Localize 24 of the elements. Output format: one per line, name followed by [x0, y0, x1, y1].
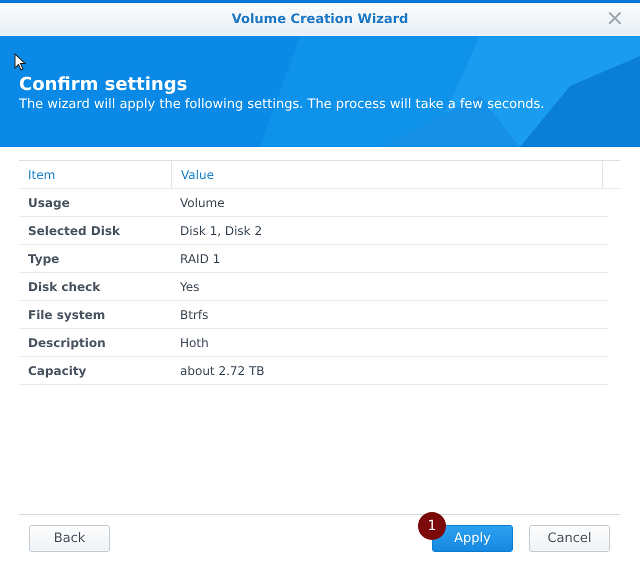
secondary-button[interactable]: Cancel	[529, 525, 610, 552]
setting-value: Btrfs	[180, 308, 208, 322]
column-header[interactable]: Item	[28, 166, 56, 184]
setting-name: Usage	[28, 196, 70, 210]
setting-value: Volume	[180, 196, 225, 210]
setting-value: Yes	[180, 280, 200, 294]
mouse-cursor-icon	[14, 53, 26, 71]
step-badge: 1	[418, 512, 446, 540]
setting-value: about 2.72 TB	[180, 364, 265, 378]
window-title: Volume Creation Wizard	[232, 10, 408, 29]
close-button[interactable]: ×	[606, 7, 624, 31]
setting-name: Selected Disk	[28, 224, 120, 238]
setting-name: File system	[28, 308, 106, 322]
setting-name: Disk check	[28, 280, 100, 294]
setting-value: Hoth	[180, 336, 209, 350]
column-header[interactable]: Value	[181, 166, 214, 184]
setting-value: Disk 1, Disk 2	[180, 224, 262, 238]
secondary-button[interactable]: Back	[29, 525, 110, 552]
setting-name: Description	[28, 336, 106, 350]
setting-name: Capacity	[28, 364, 86, 378]
setting-name: Type	[28, 252, 60, 266]
banner-heading: Confirm settings	[19, 74, 188, 96]
setting-value: RAID 1	[180, 252, 220, 266]
banner-description: The wizard will apply the following settings. The process will take a few seconds.	[19, 96, 546, 114]
